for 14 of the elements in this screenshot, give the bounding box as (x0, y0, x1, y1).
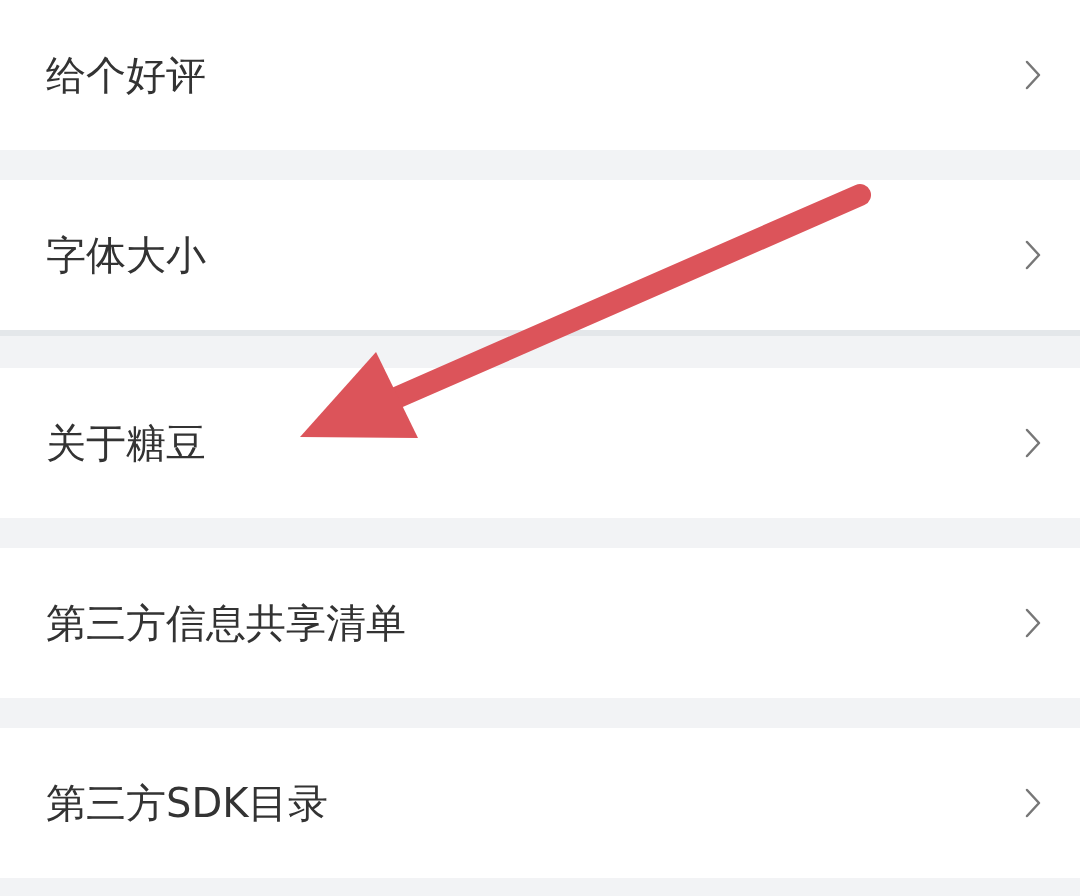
settings-row[interactable]: 第三方信息共享清单 (0, 548, 1080, 698)
setting-label: 给个好评 (46, 51, 206, 100)
setting-label: 关于糖豆 (46, 419, 206, 468)
chevron-icon (1024, 607, 1042, 639)
setting-label: 第三方SDK目录 (46, 779, 329, 828)
setting-label: 字体大小 (46, 231, 206, 280)
settings-row[interactable]: 第三方SDK目录 (0, 728, 1080, 878)
chevron-icon (1024, 239, 1042, 271)
setting-label: 第三方信息共享清单 (46, 599, 406, 648)
settings-row[interactable]: 关于糖豆 (0, 368, 1080, 518)
chevron-icon (1024, 427, 1042, 459)
settings-row[interactable]: 给个好评 (0, 0, 1080, 150)
chevron-icon (1024, 59, 1042, 91)
chevron-icon (1024, 787, 1042, 819)
